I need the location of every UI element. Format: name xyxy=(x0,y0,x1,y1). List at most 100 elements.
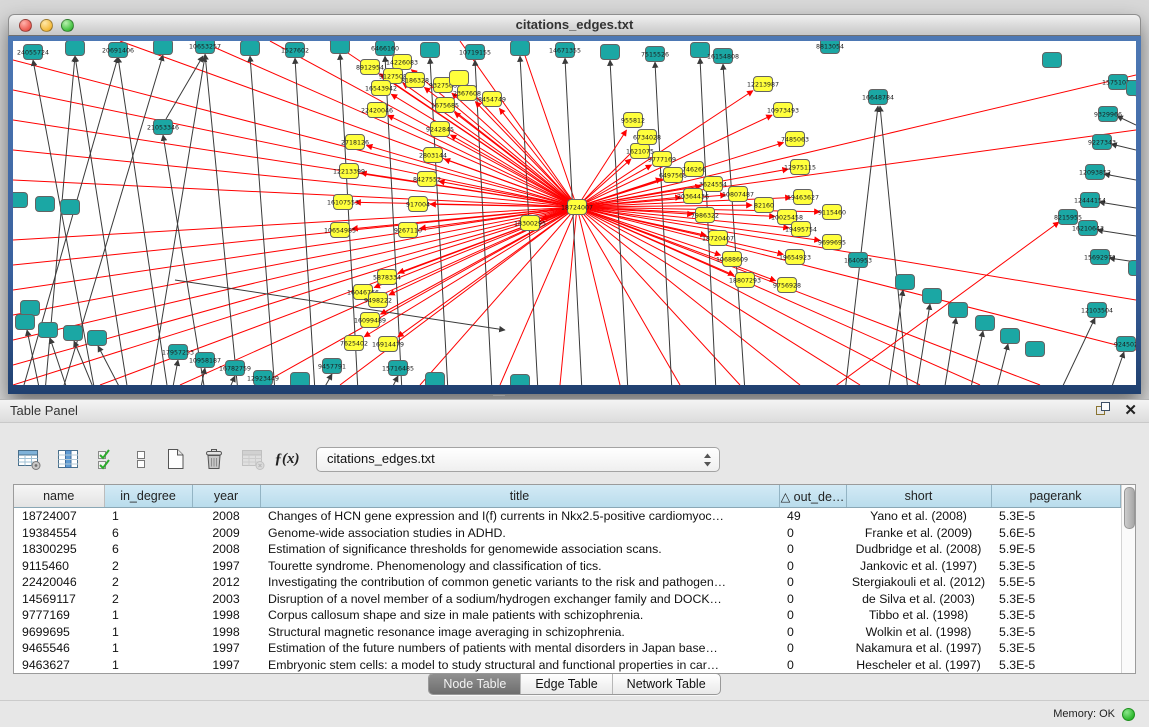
table-cell[interactable]: Structural magnetic resonance image aver… xyxy=(260,623,779,639)
graph-node[interactable] xyxy=(64,326,83,341)
table-cell[interactable]: 2 xyxy=(104,574,192,590)
table-cell[interactable]: 1998 xyxy=(192,623,260,639)
table-cell[interactable]: 2 xyxy=(104,590,192,606)
table-cell[interactable]: 5.3E-5 xyxy=(991,640,1120,656)
table-cell[interactable]: Jankovic et al. (1997) xyxy=(846,557,991,573)
network-canvas[interactable]: 2405572420691406106532571527602646616010… xyxy=(13,41,1136,385)
table-row[interactable]: 969969511998Structural magnetic resonanc… xyxy=(14,623,1120,639)
table-cell[interactable]: 9777169 xyxy=(14,607,104,623)
table-cell[interactable]: 1 xyxy=(104,656,192,673)
table-cell[interactable]: 49 xyxy=(779,508,846,525)
table-cell[interactable]: 5.9E-5 xyxy=(991,541,1120,557)
graph-node[interactable] xyxy=(601,45,620,60)
column-header[interactable]: pagerank xyxy=(991,485,1120,508)
table-cell[interactable]: 5.3E-5 xyxy=(991,607,1120,623)
table-cell[interactable]: Disruption of a novel member of a sodium… xyxy=(260,590,779,606)
graph-node[interactable] xyxy=(154,41,173,55)
table-cell[interactable]: 9699695 xyxy=(14,623,104,639)
table-cell[interactable]: 1 xyxy=(104,640,192,656)
table-cell[interactable]: 19384554 xyxy=(14,525,104,541)
show-column-button[interactable] xyxy=(51,442,85,476)
memory-status-dot[interactable] xyxy=(1122,708,1135,721)
graph-node[interactable] xyxy=(88,331,107,346)
table-cell[interactable]: 0 xyxy=(779,525,846,541)
graph-node[interactable] xyxy=(1127,81,1137,96)
graph-node[interactable] xyxy=(39,323,58,338)
window-titlebar[interactable]: citations_edges.txt xyxy=(8,14,1141,36)
table-row[interactable]: 1872400712008Changes of HCN gene express… xyxy=(14,508,1120,525)
table-cell[interactable]: 0 xyxy=(779,640,846,656)
table-cell[interactable]: 9465546 xyxy=(14,640,104,656)
table-cell[interactable]: 0 xyxy=(779,574,846,590)
table-cell[interactable]: Changes of HCN gene expression and I(f) … xyxy=(260,508,779,525)
table-cell[interactable]: 5.3E-5 xyxy=(991,557,1120,573)
close-button[interactable] xyxy=(19,19,32,32)
table-cell[interactable]: 1997 xyxy=(192,557,260,573)
table-cell[interactable]: 6 xyxy=(104,541,192,557)
table-cell[interactable]: 5.3E-5 xyxy=(991,623,1120,639)
table-cell[interactable]: 22420046 xyxy=(14,574,104,590)
table-scrollbar-thumb[interactable] xyxy=(1124,487,1135,529)
table-cell[interactable]: Estimation of the future numbers of pati… xyxy=(260,640,779,656)
tab-node-table[interactable]: Node Table xyxy=(429,674,520,694)
graph-node[interactable] xyxy=(331,41,350,54)
table-cell[interactable]: 5.6E-5 xyxy=(991,525,1120,541)
zoom-button[interactable] xyxy=(61,19,74,32)
graph-node[interactable] xyxy=(66,41,85,56)
table-cell[interactable]: Wolkin et al. (1998) xyxy=(846,623,991,639)
table-cell[interactable]: 5.3E-5 xyxy=(991,656,1120,673)
table-scrollbar[interactable] xyxy=(1121,485,1136,673)
table-chooser-dropdown[interactable]: citations_edges.txt xyxy=(316,447,720,472)
tab-edge-table[interactable]: Edge Table xyxy=(520,674,611,694)
table-cell[interactable]: 0 xyxy=(779,541,846,557)
table-cell[interactable]: Embryonic stem cells: a model to study s… xyxy=(260,656,779,673)
graph-node[interactable] xyxy=(13,193,28,208)
table-cell[interactable]: Investigating the contribution of common… xyxy=(260,574,779,590)
graph-node[interactable] xyxy=(291,373,310,386)
table-cell[interactable]: 1997 xyxy=(192,640,260,656)
create-column-button[interactable] xyxy=(158,442,192,476)
table-cell[interactable]: Tourette syndrome. Phenomenology and cla… xyxy=(260,557,779,573)
graph-node[interactable] xyxy=(511,41,530,56)
table-cell[interactable]: 9115460 xyxy=(14,557,104,573)
table-cell[interactable]: 1997 xyxy=(192,656,260,673)
column-header[interactable]: title xyxy=(260,485,779,508)
table-row[interactable]: 946554611997Estimation of the future num… xyxy=(14,640,1120,656)
column-selector-button[interactable] xyxy=(90,442,124,476)
table-cell[interactable]: 0 xyxy=(779,607,846,623)
graph-node[interactable] xyxy=(421,43,440,58)
graph-node[interactable] xyxy=(923,289,942,304)
table-cell[interactable]: 2008 xyxy=(192,541,260,557)
column-header[interactable]: name xyxy=(14,485,104,508)
table-cell[interactable]: 9463627 xyxy=(14,656,104,673)
graph-node[interactable] xyxy=(1026,342,1045,357)
table-row[interactable]: 1456911722003Disruption of a novel membe… xyxy=(14,590,1120,606)
table-cell[interactable]: 0 xyxy=(779,590,846,606)
graph-node[interactable] xyxy=(949,303,968,318)
table-cell[interactable]: Nakamura et al. (1997) xyxy=(846,640,991,656)
table-cell[interactable]: Hescheler et al. (1997) xyxy=(846,656,991,673)
table-cell[interactable]: Dudbridge et al. (2008) xyxy=(846,541,991,557)
minimize-button[interactable] xyxy=(40,19,53,32)
table-cell[interactable]: 5.3E-5 xyxy=(991,590,1120,606)
graph-node[interactable] xyxy=(976,316,995,331)
graph-node[interactable] xyxy=(450,71,469,86)
table-cell[interactable]: 0 xyxy=(779,557,846,573)
table-cell[interactable]: 5.3E-5 xyxy=(991,508,1120,525)
table-row[interactable]: 2242004622012Investigating the contribut… xyxy=(14,574,1120,590)
close-panel-icon[interactable]: ✕ xyxy=(1124,400,1137,422)
table-cell[interactable]: 2009 xyxy=(192,525,260,541)
table-cell[interactable]: 2 xyxy=(104,557,192,573)
table-cell[interactable]: 1 xyxy=(104,607,192,623)
table-cell[interactable]: Yano et al. (2008) xyxy=(846,508,991,525)
table-cell[interactable]: 1 xyxy=(104,508,192,525)
table-cell[interactable]: Stergiakouli et al. (2012) xyxy=(846,574,991,590)
table-cell[interactable]: de Silva et al. (2003) xyxy=(846,590,991,606)
column-header[interactable]: △ out_de… xyxy=(779,485,846,508)
row-height-button[interactable] xyxy=(129,442,153,476)
table-row[interactable]: 946362711997Embryonic stem cells: a mode… xyxy=(14,656,1120,673)
graph-node[interactable] xyxy=(241,41,260,56)
graph-node[interactable] xyxy=(61,200,80,215)
delete-table-button[interactable] xyxy=(236,442,270,476)
table-row[interactable]: 1830029562008Estimation of significance … xyxy=(14,541,1120,557)
